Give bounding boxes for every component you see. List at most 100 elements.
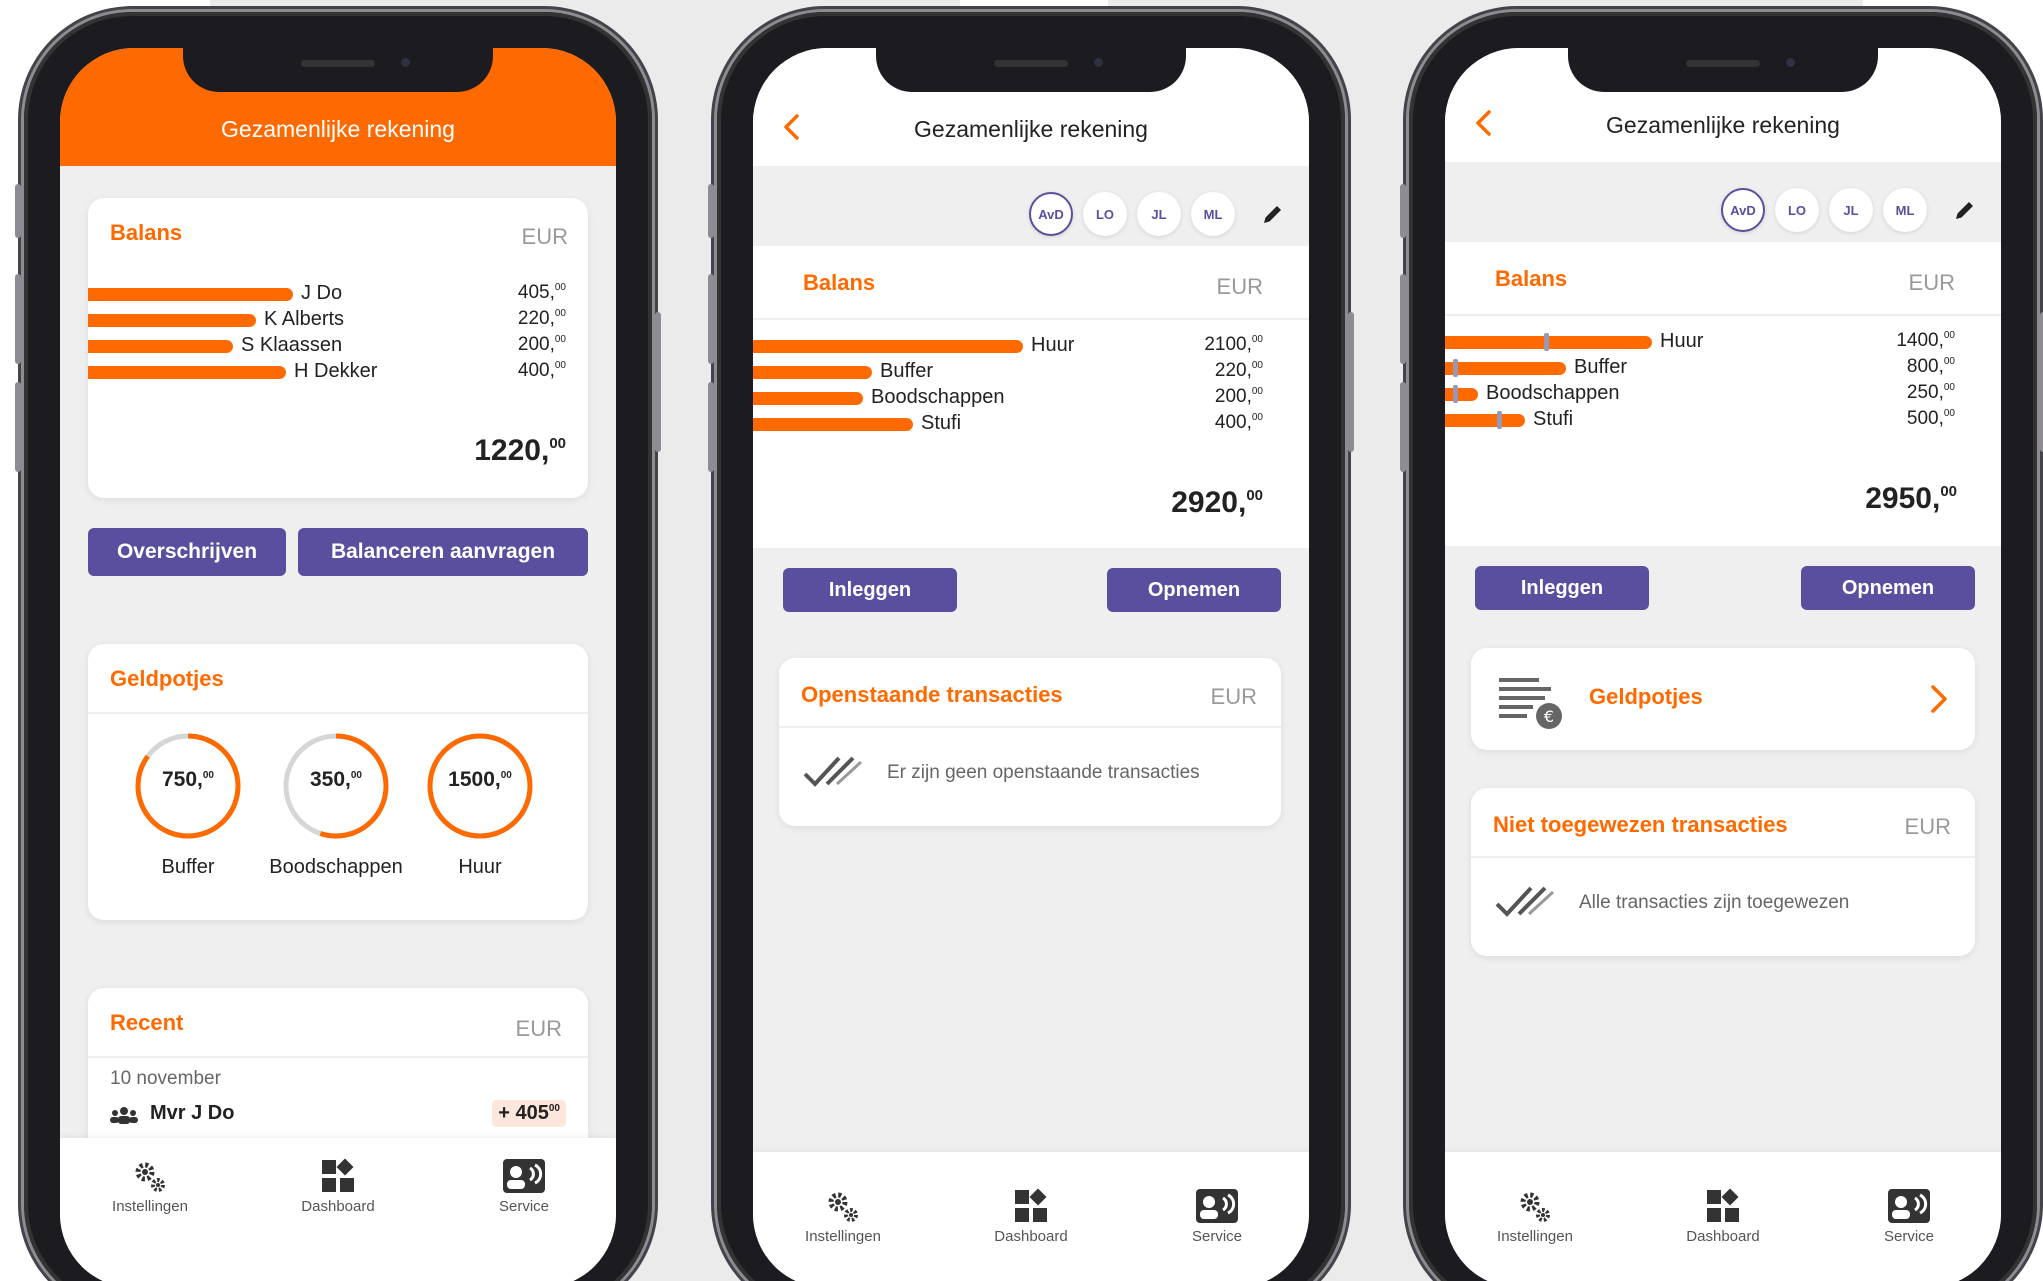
pot-value: 750,00 (132, 768, 244, 792)
member-avatar[interactable]: AvD (1721, 188, 1765, 232)
gears-icon (828, 1192, 858, 1222)
balance-bar (88, 288, 293, 301)
tab-service[interactable]: Service (1157, 1188, 1277, 1245)
total-dec: 00 (1246, 487, 1263, 504)
divider (1445, 314, 2001, 316)
value-dec: 00 (1943, 330, 1955, 341)
recent-name[interactable]: Mvr J Do (150, 1102, 234, 1125)
value-int: 1400, (1896, 330, 1944, 351)
phone-button (1400, 274, 1406, 364)
phone-button (1400, 184, 1406, 238)
member-avatar[interactable]: JL (1137, 192, 1181, 236)
balance-value: 220,00 (1173, 360, 1263, 382)
value-int: 405, (517, 282, 555, 303)
balance-title: Balans (110, 220, 183, 245)
balance-label: Buffer (880, 360, 933, 382)
transfer-button[interactable]: Overschrijven (88, 528, 286, 576)
open-transactions-card: Openstaande transacties EUR Er zijn geen… (779, 658, 1281, 826)
withdraw-button[interactable]: Opnemen (1107, 568, 1281, 612)
balance-panel: Balans EUR Huur 1400,00 Buffer 800,00 Boodsc… (1445, 242, 2001, 546)
open-transactions-currency: EUR (1210, 684, 1257, 709)
balance-panel: Balans EUR Huur 2100,00 Buffer 220,00 Boodsc… (753, 246, 1309, 548)
balance-title: Balans (1495, 266, 1568, 291)
balance-label: H Dekker (294, 360, 378, 382)
total-int: 2920, (1171, 486, 1247, 519)
phone-button (708, 274, 714, 364)
notch (1568, 48, 1878, 92)
value-dec: 00 (1251, 412, 1263, 423)
balance-bar (1445, 362, 1566, 375)
balance-bar (88, 340, 233, 353)
deposit-button[interactable]: Inleggen (1475, 566, 1649, 610)
tab-settings[interactable]: Instellingen (1475, 1190, 1595, 1245)
phone-button (1400, 382, 1406, 472)
member-avatar[interactable]: LO (1775, 188, 1819, 232)
balance-label: Huur (1660, 330, 1704, 352)
divider (753, 318, 1309, 320)
tab-service[interactable]: Service (1849, 1188, 1969, 1245)
pot-ring[interactable]: 1500,00 (424, 730, 536, 842)
phone-button (15, 274, 21, 364)
balance-label: S Klaassen (241, 334, 343, 356)
member-avatar[interactable]: AvD (1029, 192, 1073, 236)
balance-bar (1445, 414, 1525, 427)
tab-service-label: Service (1191, 1228, 1243, 1245)
value-int: 800, (1906, 356, 1944, 377)
open-transactions-title: Openstaande transacties (801, 682, 1063, 707)
balance-value: 220,00 (476, 308, 566, 330)
value-dec: 00 (1251, 360, 1263, 371)
tab-settings[interactable]: Instellingen (783, 1190, 903, 1245)
balance-value: 405,00 (476, 282, 566, 304)
divider (88, 1056, 588, 1058)
balance-label: Boodschappen (871, 386, 1005, 408)
pots-card: Geldpotjes 750,00 Buffer 350,00 Boodschappe… (88, 644, 588, 920)
deposit-button[interactable]: Inleggen (783, 568, 957, 612)
member-avatar[interactable]: ML (1883, 188, 1927, 232)
tab-dashboard[interactable]: Dashboard (278, 1158, 398, 1215)
balance-label: Buffer (1574, 356, 1627, 378)
balance-marker (1453, 359, 1458, 377)
request-balance-button[interactable]: Balanceren aanvragen (298, 528, 588, 576)
pot-ring[interactable]: 750,00 (132, 730, 244, 842)
pencil-icon[interactable] (1261, 202, 1285, 226)
pot-value-dec: 00 (500, 770, 512, 781)
tab-bar: Instellingen Dashboard Service (753, 1152, 1309, 1281)
pot-ring[interactable]: 350,00 (280, 730, 392, 842)
recent-currency: EUR (515, 1016, 562, 1041)
pot-label: Huur (458, 856, 502, 878)
balance-currency: EUR (1908, 270, 1955, 295)
balance-value: 400,00 (1173, 412, 1263, 434)
value-int: 400, (1214, 412, 1252, 433)
tab-dashboard-label: Dashboard (994, 1228, 1068, 1245)
tab-dashboard[interactable]: Dashboard (1663, 1188, 1783, 1245)
value-int: 200, (1214, 386, 1252, 407)
member-avatar[interactable]: LO (1083, 192, 1127, 236)
divider (779, 726, 1281, 728)
phone-button (708, 382, 714, 472)
phone-button (1348, 312, 1354, 452)
pot-label: Buffer (161, 856, 215, 878)
pot-value-dec: 00 (202, 770, 214, 781)
member-avatar[interactable]: ML (1191, 192, 1235, 236)
tab-settings[interactable]: Instellingen (90, 1160, 210, 1215)
member-avatar[interactable]: JL (1829, 188, 1873, 232)
recent-title: Recent (110, 1010, 184, 1035)
phone-button (15, 382, 21, 472)
total-dec: 00 (549, 435, 566, 452)
pots-title: Geldpotjes (110, 666, 224, 691)
pots-link-card[interactable]: € Geldpotjes (1471, 648, 1975, 750)
unassigned-empty: Alle transacties zijn toegewezen (1579, 892, 1850, 913)
tab-dashboard[interactable]: Dashboard (971, 1188, 1091, 1245)
tab-service[interactable]: Service (464, 1158, 584, 1215)
withdraw-button[interactable]: Opnemen (1801, 566, 1975, 610)
page-title: Gezamenlijke rekening (914, 116, 1148, 142)
balance-value: 250,00 (1865, 382, 1955, 404)
balance-bar (88, 366, 286, 379)
dashboard-icon (1707, 1188, 1739, 1222)
balance-value: 2100,00 (1173, 334, 1263, 356)
dashboard-icon (1015, 1188, 1047, 1222)
pot-label: Boodschappen (269, 856, 403, 878)
pencil-icon[interactable] (1953, 198, 1977, 222)
unassigned-title: Niet toegewezen transacties (1493, 812, 1788, 837)
total-dec: 00 (1940, 483, 1957, 500)
